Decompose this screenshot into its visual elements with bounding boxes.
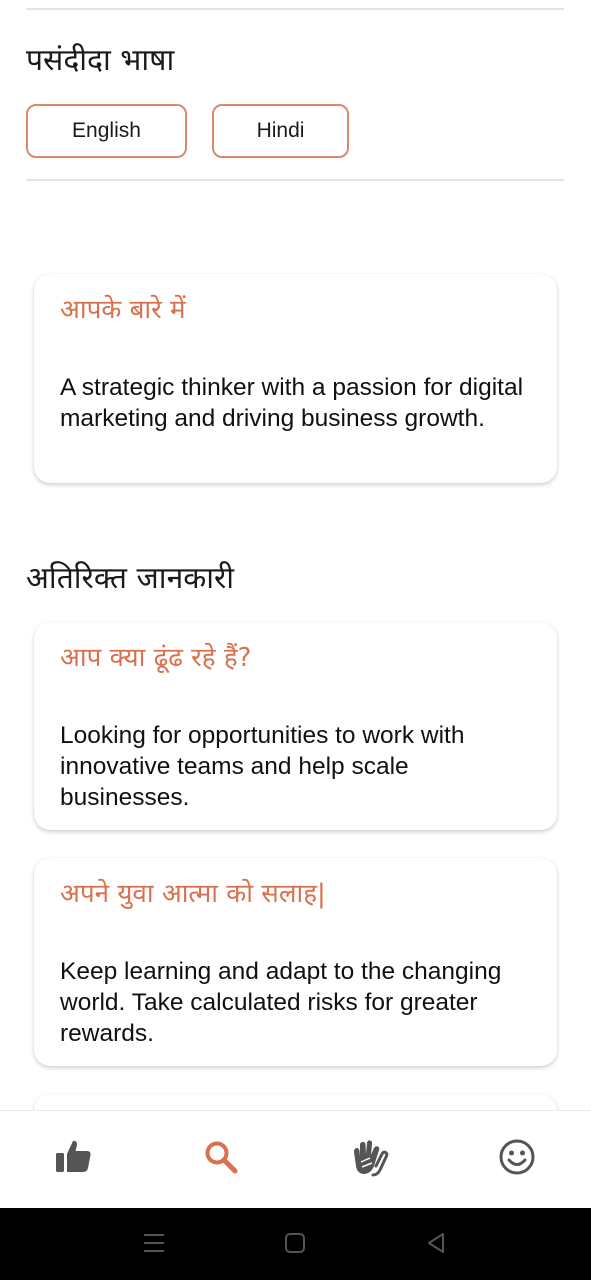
- additional-info-title: अतिरिक्त जानकारी: [26, 561, 235, 596]
- looking-for-card-body: Looking for opportunities to work with i…: [60, 722, 465, 811]
- system-back-button[interactable]: [419, 1228, 453, 1262]
- back-triangle-icon: [425, 1232, 447, 1258]
- system-navigation-bar: [0, 1208, 591, 1280]
- system-home-button[interactable]: [278, 1228, 312, 1262]
- language-divider: [26, 179, 564, 181]
- language-option-hindi[interactable]: Hindi: [212, 104, 349, 158]
- looking-for-card-title: आप क्या ढूंढ रहे हैं?: [60, 643, 252, 673]
- nav-likes[interactable]: [48, 1133, 100, 1185]
- nav-search[interactable]: [195, 1133, 247, 1185]
- nav-profile[interactable]: [491, 1133, 543, 1185]
- preferred-language-title: पसंदीदा भाषा: [26, 43, 175, 78]
- about-card: आपके बारे में A strategic thinker with a…: [34, 274, 557, 483]
- waving-hands-icon: [348, 1136, 390, 1182]
- search-icon: [203, 1139, 239, 1179]
- top-divider: [26, 8, 564, 10]
- nav-wave[interactable]: [343, 1133, 395, 1185]
- language-option-english[interactable]: English: [26, 104, 187, 158]
- smiley-icon: [498, 1138, 536, 1180]
- advice-card-body: Keep learning and adapt to the changing …: [60, 958, 502, 1047]
- looking-for-card: आप क्या ढूंढ रहे हैं? Looking for opport…: [34, 622, 557, 830]
- system-menu-button[interactable]: [137, 1228, 171, 1262]
- menu-icon: [142, 1232, 166, 1258]
- about-card-body: A strategic thinker with a passion for d…: [60, 374, 524, 432]
- advice-card-title: अपने युवा आत्मा को सलाह|: [60, 879, 326, 909]
- advice-card: अपने युवा आत्मा को सलाह| Keep learning a…: [34, 858, 557, 1066]
- square-icon: [284, 1232, 306, 1258]
- thumbs-up-icon: [54, 1137, 94, 1181]
- bottom-navigation: [0, 1110, 591, 1209]
- about-card-title: आपके बारे में: [60, 295, 186, 325]
